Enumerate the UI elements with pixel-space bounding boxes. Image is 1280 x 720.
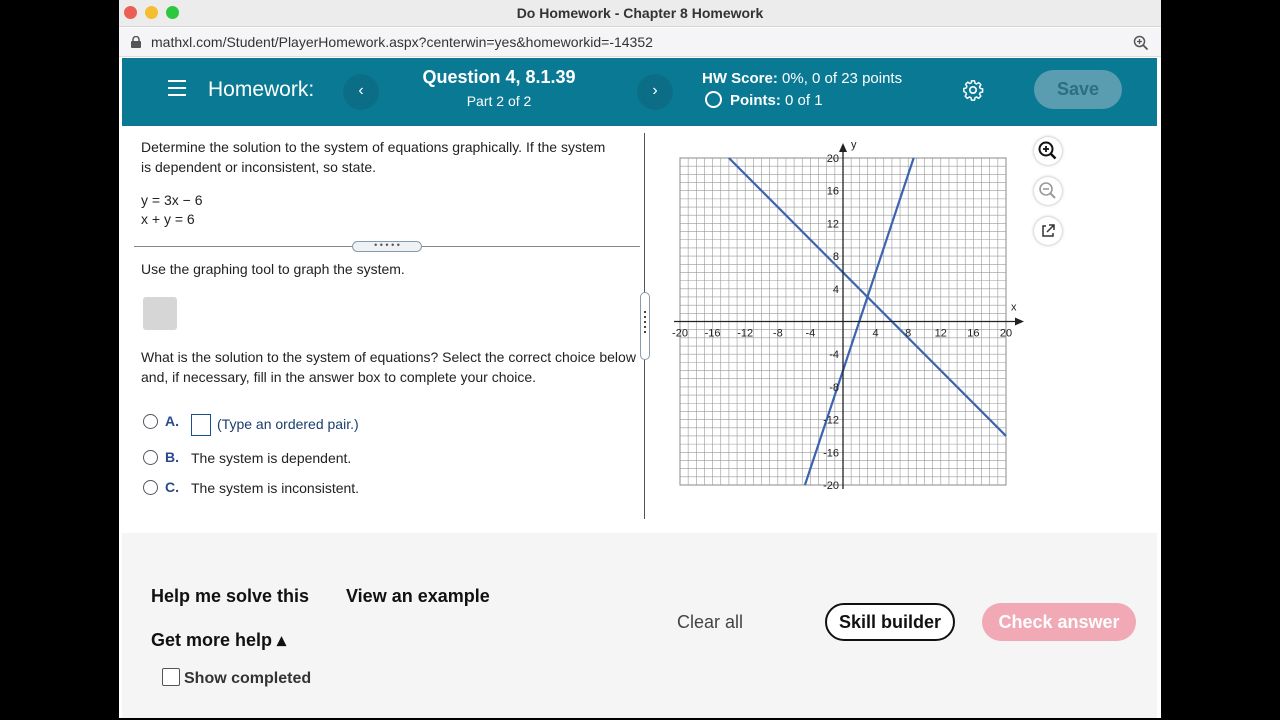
choice-c-text: The system is inconsistent. (191, 480, 360, 496)
y-tick-label: -4 (829, 349, 839, 361)
lock-icon (131, 36, 141, 48)
question-prompt: Determine the solution to the system of … (141, 139, 606, 175)
choice-b-text: The system is dependent. (191, 450, 352, 466)
y-tick-label: 12 (827, 218, 839, 230)
address-bar[interactable]: mathxl.com/Student/PlayerHomework.aspx?c… (119, 28, 1161, 57)
view-example-link[interactable]: View an example (346, 586, 490, 607)
question-title: Question 4, 8.1.39 (422, 67, 576, 87)
y-tick-label: 4 (833, 284, 839, 296)
hw-score: HW Score: 0%, 0 of 23 points (702, 70, 903, 87)
x-tick-label: 20 (1000, 328, 1012, 340)
clear-all-button[interactable]: Clear all (677, 612, 743, 633)
get-more-help-link[interactable]: Get more help ▴ (151, 630, 286, 651)
save-button[interactable]: Save (1034, 70, 1122, 109)
y-axis-label: y (851, 139, 857, 151)
url-text[interactable]: mathxl.com/Student/PlayerHomework.aspx?c… (151, 34, 653, 50)
zoom-out-button[interactable] (1034, 177, 1062, 205)
popout-button[interactable] (1034, 217, 1062, 245)
choice-b-letter: B. (165, 449, 179, 465)
x-tick-label: 8 (905, 328, 911, 340)
check-answer-button[interactable]: Check answer (982, 603, 1136, 641)
graph-placeholder[interactable] (143, 297, 177, 330)
gear-icon[interactable] (962, 79, 984, 101)
title-bar: Do Homework - Chapter 8 Homework (119, 0, 1161, 27)
points: Points: 0 of 1 (705, 91, 823, 109)
window-title: Do Homework - Chapter 8 Homework (516, 5, 764, 21)
equation-1: y = 3x − 6 (141, 192, 203, 208)
homework-header: Homework: ‹ Question 4, 8.1.39 Part 2 of… (122, 58, 1157, 126)
y-tick-label: -20 (823, 480, 839, 492)
equation-2: x + y = 6 (141, 211, 195, 227)
answer-input[interactable] (191, 414, 211, 436)
x-tick-label: -8 (773, 328, 783, 340)
choice-c-radio[interactable] (143, 480, 158, 495)
choice-a-text: (Type an ordered pair.) (191, 414, 359, 436)
checkbox-icon[interactable] (162, 668, 180, 686)
external-link-icon (1042, 224, 1055, 237)
choice-a-radio[interactable] (143, 414, 158, 429)
choice-a[interactable]: A. (Type an ordered pair.) (143, 413, 359, 436)
question-part: Part 2 of 2 (466, 93, 532, 109)
question-pane: Determine the solution to the system of … (119, 127, 644, 522)
points-status-icon (705, 91, 722, 108)
graph-instruction: Use the graphing tool to graph the syste… (141, 261, 405, 277)
zoom-in-icon (1038, 141, 1057, 160)
choice-b-radio[interactable] (143, 450, 158, 465)
browser-window: Do Homework - Chapter 8 Homework mathxl.… (119, 0, 1161, 718)
previous-question-button[interactable]: ‹ (343, 74, 379, 110)
x-tick-label: -4 (806, 328, 816, 340)
x-tick-label: -20 (672, 328, 688, 340)
choice-c-letter: C. (165, 479, 179, 495)
x-tick-label: 12 (935, 328, 947, 340)
y-tick-label: -8 (829, 382, 839, 394)
menu-icon[interactable] (168, 80, 186, 96)
zoom-in-button[interactable] (1034, 137, 1062, 165)
help-footer: Help me solve this View an example Get m… (122, 533, 1157, 718)
splitter-handle[interactable] (640, 292, 650, 360)
x-axis-label: x (1011, 302, 1017, 314)
homework-label: Homework: (208, 78, 315, 101)
y-tick-label: 8 (833, 251, 839, 263)
choice-a-letter: A. (165, 413, 179, 429)
skill-builder-button[interactable]: Skill builder (825, 603, 955, 641)
x-tick-label: 16 (967, 328, 979, 340)
choice-c[interactable]: C. The system is inconsistent. (143, 479, 359, 496)
x-tick-label: -16 (705, 328, 721, 340)
x-tick-label: 4 (873, 328, 879, 340)
chevron-right-icon: › (652, 82, 658, 99)
help-me-solve-link[interactable]: Help me solve this (151, 586, 309, 607)
y-tick-label: 20 (827, 153, 839, 165)
zoom-icon[interactable] (1133, 35, 1149, 51)
x-tick-label: -12 (737, 328, 753, 340)
next-question-button[interactable]: › (637, 74, 673, 110)
divider-handle[interactable]: • • • • • (352, 241, 422, 252)
y-tick-label: -12 (823, 415, 839, 427)
y-tick-label: 16 (827, 186, 839, 198)
zoom-out-icon (1039, 182, 1056, 199)
choice-b[interactable]: B. The system is dependent. (143, 449, 351, 466)
graph-canvas[interactable]: x y -20 -16 -12 -8 -4 4 8 12 16 20 20 16 12 8 4 -4 -8 -12 -1… (659, 133, 1029, 503)
y-tick-label: -16 (823, 447, 839, 459)
solution-prompt: What is the solution to the system of eq… (141, 349, 636, 385)
chevron-left-icon: ‹ (358, 82, 364, 99)
show-completed-checkbox[interactable]: Show completed (162, 668, 311, 688)
